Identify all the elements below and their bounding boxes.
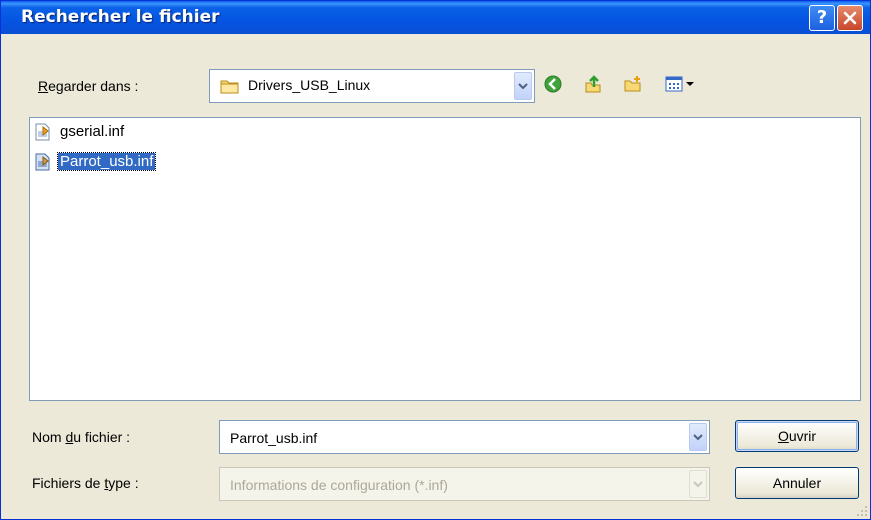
file-dialog: Rechercher le fichier ? Regarder dans : … <box>0 0 871 520</box>
close-icon <box>843 11 857 25</box>
filename-label-end: u fichier : <box>73 429 131 445</box>
filetype-label-start: Fichiers de <box>32 475 105 491</box>
look-in-label: Regarder dans : <box>38 78 138 94</box>
view-menu-icon <box>665 76 683 92</box>
look-in-label-text: egarder dans : <box>48 78 139 94</box>
open-button-label: uvrir <box>788 428 817 444</box>
help-button[interactable]: ? <box>809 5 835 31</box>
inf-file-icon <box>35 153 50 171</box>
filename-combo[interactable]: Parrot_usb.inf <box>219 420 710 454</box>
filename-dropdown-button[interactable] <box>689 423 707 451</box>
resize-grip-icon[interactable] <box>856 505 868 517</box>
file-name: Parrot_usb.inf <box>56 152 157 171</box>
view-menu-button[interactable] <box>665 75 697 93</box>
chevron-down-icon <box>693 434 703 441</box>
dialog-title: Rechercher le fichier <box>21 7 220 27</box>
look-in-combo[interactable]: Drivers_USB_Linux <box>209 69 535 103</box>
new-folder-icon[interactable] <box>624 75 642 93</box>
filename-label-start: Nom <box>32 429 66 445</box>
open-button[interactable]: Ouvrir <box>735 420 859 452</box>
close-button[interactable] <box>837 5 863 31</box>
file-name: gserial.inf <box>60 123 125 140</box>
folder-icon <box>220 80 239 94</box>
title-bar[interactable]: Rechercher le fichier ? <box>1 1 870 34</box>
up-folder-icon[interactable] <box>584 75 602 93</box>
look-in-dropdown-button[interactable] <box>514 72 532 100</box>
filetype-label-end: ype : <box>108 475 139 491</box>
chevron-down-icon <box>518 83 528 90</box>
chevron-down-icon <box>693 481 703 488</box>
view-dropdown-arrow-icon <box>686 82 694 86</box>
filetype-value: Informations de configuration (*.inf) <box>230 477 448 493</box>
open-button-access-key: O <box>777 428 789 444</box>
filename-input[interactable]: Parrot_usb.inf <box>230 430 317 446</box>
filetype-label: Fichiers de type : <box>32 475 139 491</box>
cancel-button[interactable]: Annuler <box>735 467 859 499</box>
file-list[interactable]: gserial.inf Parrot_usb.inf <box>29 117 861 401</box>
look-in-value: Drivers_USB_Linux <box>248 77 371 93</box>
filename-label: Nom du fichier : <box>32 429 130 445</box>
filetype-combo[interactable]: Informations de configuration (*.inf) <box>219 467 710 501</box>
back-icon[interactable] <box>544 75 562 93</box>
filetype-dropdown-button[interactable] <box>689 470 707 498</box>
look-in-label-access-key: R <box>38 78 49 94</box>
inf-file-icon <box>35 123 50 141</box>
